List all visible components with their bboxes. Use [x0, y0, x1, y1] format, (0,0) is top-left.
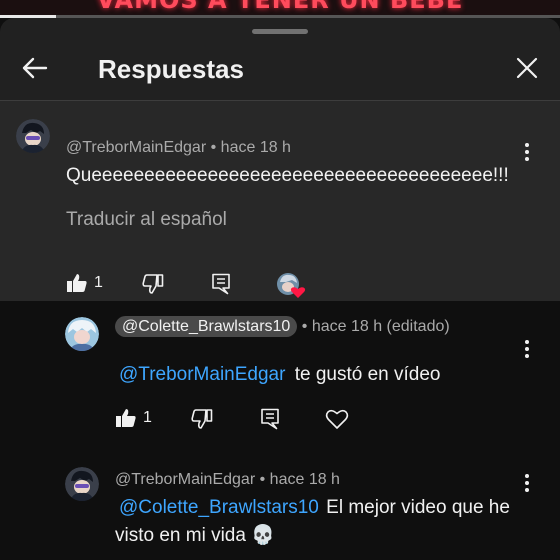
parent-comment: @TreborMainEdgar • hace 18 h Queeeeeeeee… [0, 101, 560, 301]
reply-button[interactable] [211, 273, 231, 295]
meta-separator: • [259, 471, 266, 488]
comment-time: hace 18 h [220, 139, 291, 156]
reply-button[interactable] [260, 408, 280, 430]
like-button[interactable]: 1 [115, 408, 152, 428]
more-vert-icon [525, 340, 529, 358]
reply-time: hace 18 h [269, 471, 340, 488]
arrow-left-icon [22, 57, 48, 79]
thumbs-down-icon [191, 409, 213, 429]
reply-text-body: El mejor video que he [326, 497, 510, 518]
avatar[interactable] [65, 317, 99, 351]
reply-author-chip[interactable]: @Colette_Brawlstars10 [115, 316, 298, 337]
translate-link[interactable]: Traducir al español [66, 209, 227, 231]
reply-menu-button[interactable] [515, 335, 539, 363]
heart-icon [277, 273, 306, 298]
sheet-drag-handle[interactable] [252, 29, 308, 34]
thumbs-down-icon [142, 274, 164, 294]
reply-text-line2: visto en mi vida 💀 [115, 525, 275, 546]
dislike-button[interactable] [191, 409, 213, 429]
comment-text: Queeeeeeeeeeeeeeeeeeeeeeeeeeeeeeeeeeeeee… [66, 165, 509, 186]
reply-meta: @Colette_Brawlstars10 • hace 18 h (edita… [115, 316, 450, 337]
dislike-button[interactable] [142, 274, 164, 294]
replies-list: @Colette_Brawlstars10 • hace 18 h (edita… [0, 301, 560, 560]
mention-link[interactable]: @TreborMainEdgar [119, 364, 285, 385]
video-preview-strip: VAMOS A TENER UN BEBÉ [0, 0, 560, 16]
like-button[interactable]: 1 [66, 273, 103, 293]
meta-separator: • [301, 318, 308, 335]
video-overlay-text: VAMOS A TENER UN BEBÉ [96, 0, 464, 14]
comment-meta: @TreborMainEdgar • hace 18 h [66, 139, 291, 157]
thumbs-up-icon [116, 409, 136, 427]
replies-sheet: Respuestas @TreborMainEdgar • hace 18 h [0, 18, 560, 560]
reply-time: hace 18 h (editado) [311, 318, 450, 335]
mention-link[interactable]: @Colette_Brawlstars10 [119, 497, 319, 518]
reply-text-body: te gustó en vídeo [294, 364, 441, 385]
thumbs-up-icon [67, 274, 87, 292]
close-button[interactable] [506, 48, 548, 88]
avatar[interactable] [16, 119, 50, 153]
heart-button[interactable] [325, 408, 349, 430]
back-button[interactable] [14, 48, 54, 88]
like-count: 1 [94, 274, 103, 291]
creator-heart-badge [276, 272, 306, 298]
more-vert-icon [525, 474, 529, 492]
meta-separator: • [210, 139, 217, 156]
sheet-header: Respuestas [0, 38, 560, 100]
page-title: Respuestas [98, 54, 244, 84]
more-vert-icon [525, 143, 529, 161]
reply-comment-icon [212, 273, 230, 295]
close-icon [516, 57, 538, 79]
reply-text: @Colette_Brawlstars10 El mejor video que… [119, 493, 519, 522]
heart-outline-icon [325, 409, 349, 429]
reply-comment-icon [261, 408, 279, 430]
reply-author[interactable]: @TreborMainEdgar [115, 471, 255, 488]
reply-text: @TreborMainEdgar te gustó en vídeo [119, 360, 441, 389]
comment-author[interactable]: @TreborMainEdgar [66, 139, 206, 156]
comment-menu-button[interactable] [515, 138, 539, 166]
avatar[interactable] [65, 467, 99, 501]
reply-meta: @TreborMainEdgar • hace 18 h [115, 471, 340, 489]
like-count: 1 [143, 409, 152, 426]
